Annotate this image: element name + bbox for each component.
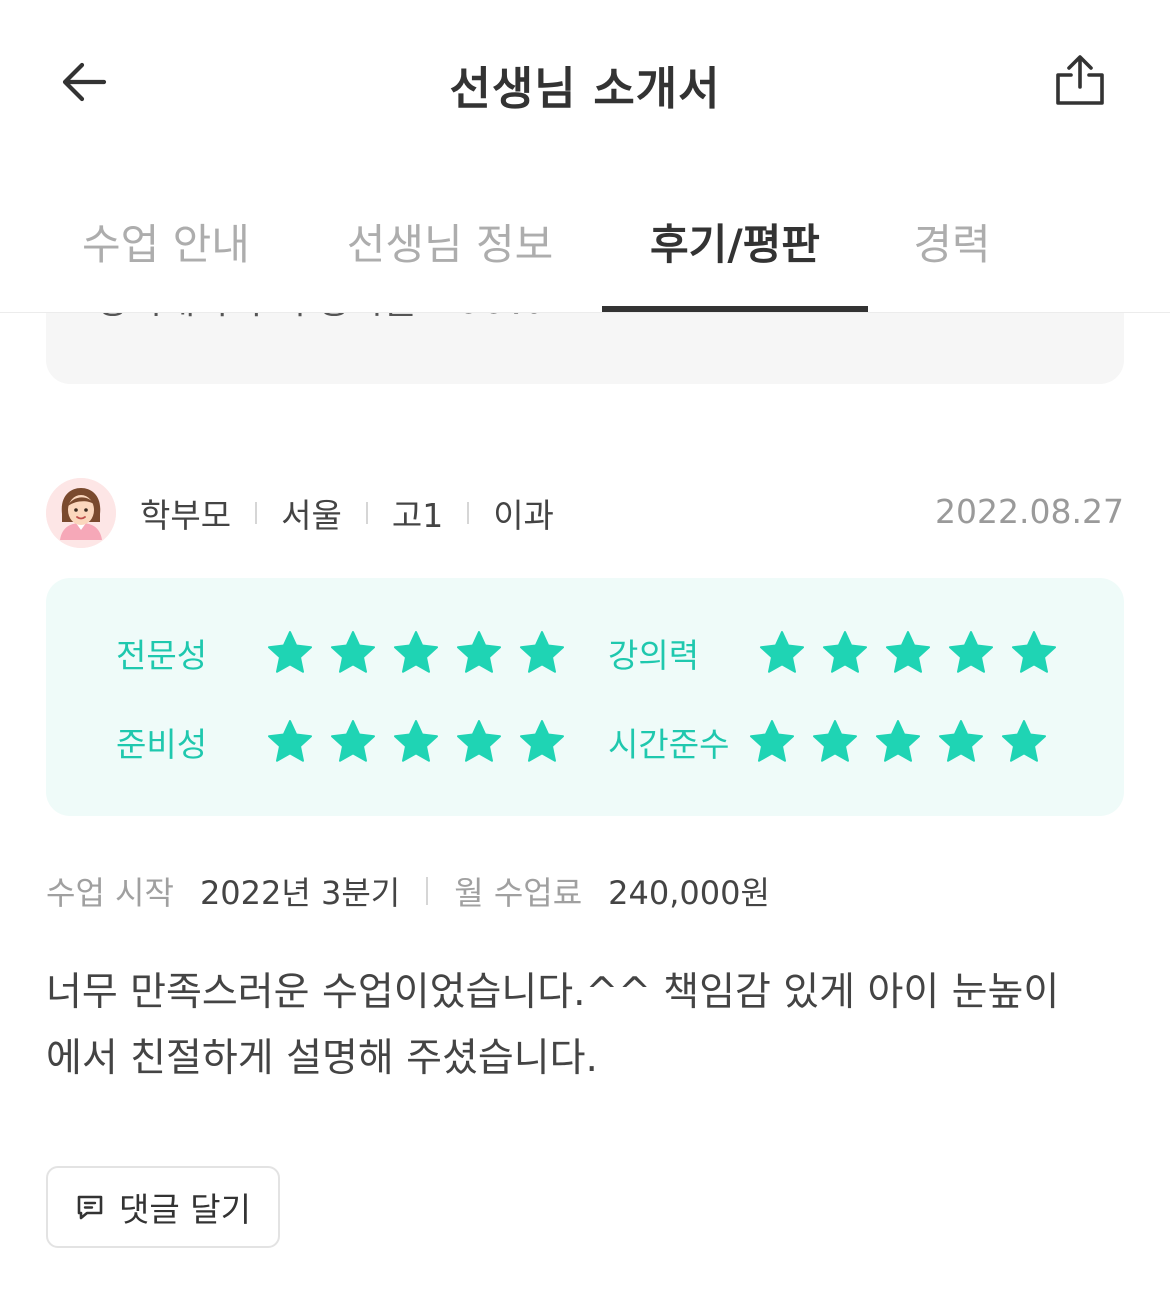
star-icon (331, 631, 375, 673)
rating-label: 전문성 (116, 636, 208, 675)
share-button[interactable] (1044, 44, 1116, 116)
rating-label: 준비성 (116, 725, 208, 764)
fee-value: 240,000원 (608, 874, 770, 912)
star-icon (457, 720, 501, 762)
lesson-info: 수업 시작 2022년 3분기 월 수업료 240,000원 (46, 868, 770, 914)
star-icon (520, 720, 564, 762)
star-icon (823, 631, 867, 673)
divider (255, 502, 258, 524)
divider (467, 502, 470, 524)
divider (426, 877, 429, 905)
star-rating (758, 629, 1073, 677)
reviewer-meta: 학부모 서울 고1 이과 (140, 489, 554, 537)
star-icon (268, 631, 312, 673)
rating-preparation: 준비성 (116, 712, 581, 772)
star-icon (520, 631, 564, 673)
tab-reviews[interactable]: 후기/평판 (602, 170, 868, 313)
parent-avatar-icon (46, 478, 116, 548)
comment-icon (77, 1195, 103, 1220)
comment-button[interactable]: 댓글 달기 (46, 1166, 280, 1248)
tab-career[interactable]: 경력 (890, 170, 1014, 313)
reviewer-region: 서울 (281, 496, 342, 535)
star-rating (266, 718, 581, 766)
start-value: 2022년 3분기 (199, 874, 401, 912)
active-tab-indicator (602, 306, 868, 312)
app-header: 선생님 소개서 (0, 0, 1170, 165)
review-header: 학부모 서울 고1 이과 2022.08.27 (46, 478, 1124, 548)
tab-teacher-info[interactable]: 선생님 정보 (320, 170, 580, 313)
review-text: 너무 만족스러운 수업이었습니다.^^ 책임감 있게 아이 눈높이 에서 친절하… (46, 960, 1126, 1092)
reviewer-type: 학부모 (140, 496, 232, 535)
review-date: 2022.08.27 (935, 492, 1124, 531)
rating-label: 시간준수 (608, 725, 730, 764)
star-icon (949, 631, 993, 673)
star-icon (268, 720, 312, 762)
rating-teaching: 강의력 (608, 623, 1073, 683)
comment-button-label: 댓글 달기 (119, 1190, 251, 1229)
tab-class-info[interactable]: 수업 안내 (60, 170, 272, 313)
student-grade: 고1 (391, 496, 444, 535)
rating-punctuality: 시간준수 (608, 712, 1063, 772)
share-icon (1056, 55, 1104, 105)
start-label: 수업 시작 (46, 874, 174, 912)
rating-label: 강의력 (608, 636, 700, 675)
rating-box: 전문성 강의력 준비성 시간준수 (46, 578, 1124, 816)
star-icon (1002, 720, 1046, 762)
review-text-line: 너무 만족스러운 수업이었습니다.^^ 책임감 있게 아이 눈높이 (46, 970, 1060, 1015)
star-icon (939, 720, 983, 762)
fee-label: 월 수업료 (454, 874, 583, 912)
star-rating (748, 718, 1063, 766)
star-icon (394, 631, 438, 673)
page-title: 선생님 소개서 (449, 62, 721, 115)
star-icon (331, 720, 375, 762)
divider (365, 502, 368, 524)
star-icon (813, 720, 857, 762)
review-text-line: 에서 친절하게 설명해 주셨습니다. (46, 1036, 598, 1081)
star-icon (394, 720, 438, 762)
student-track: 이과 (493, 496, 554, 535)
avatar (46, 478, 116, 548)
star-icon (886, 631, 930, 673)
star-icon (760, 631, 804, 673)
star-icon (457, 631, 501, 673)
star-icon (876, 720, 920, 762)
rating-expertise: 전문성 (116, 623, 581, 683)
star-icon (1012, 631, 1056, 673)
star-rating (266, 629, 581, 677)
star-icon (750, 720, 794, 762)
tab-bar: 수업 안내 선생님 정보 후기/평판 경력 (0, 170, 1170, 313)
